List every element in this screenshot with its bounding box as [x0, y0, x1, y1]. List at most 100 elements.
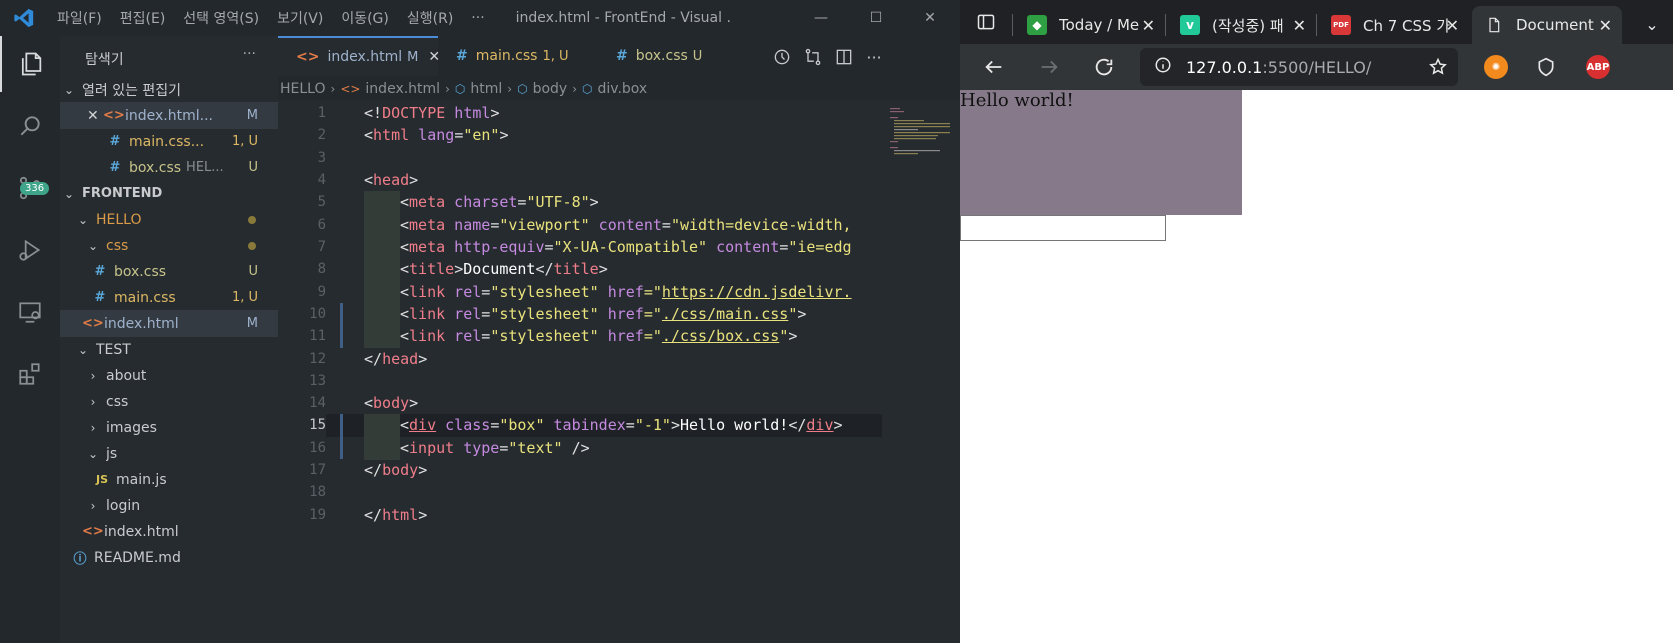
breadcrumb-body[interactable]: body	[533, 81, 568, 97]
file-test-index-html[interactable]: <> index.html	[60, 518, 278, 545]
html-file-icon: <>	[103, 108, 125, 123]
close-tab-icon[interactable]: ✕	[1142, 16, 1155, 35]
cube-icon: ⬡	[454, 82, 466, 96]
minimap[interactable]	[882, 100, 960, 643]
html-file-icon: <>	[340, 82, 361, 96]
html-file-icon: <>	[82, 316, 104, 331]
timeline-icon[interactable]	[771, 46, 793, 68]
page-box-div[interactable]: Hello world!	[960, 90, 1242, 215]
file-main-css[interactable]: # main.css 1, U	[60, 284, 278, 311]
tab-box-css[interactable]: # box.css U	[598, 36, 748, 76]
css-file-icon: #	[109, 160, 121, 175]
tab-overflow-icon[interactable]: ⌄	[1638, 10, 1666, 38]
file-index-html[interactable]: <> index.html M	[60, 310, 278, 337]
favorite-star-icon[interactable]	[1428, 57, 1448, 81]
browser-tab-today[interactable]: ◆ Today / Me ✕	[1015, 6, 1165, 44]
file-main-js[interactable]: JS main.js	[60, 466, 278, 493]
breadcrumb-index-html[interactable]: index.html	[365, 81, 440, 97]
close-tab-icon[interactable]: ✕	[1599, 16, 1612, 35]
folder-images[interactable]: › images	[60, 414, 278, 441]
code-line-10: <link rel="stylesheet" href="./css/main.…	[400, 305, 807, 323]
forward-icon[interactable]	[1035, 53, 1063, 81]
browser-tab-draft[interactable]: v (작성중) 패 ✕	[1168, 6, 1316, 44]
code-line-2: <html lang="en">	[364, 126, 509, 144]
chevron-right-icon: ›	[90, 368, 96, 383]
line-number: 6	[317, 217, 326, 233]
code-line-7: <meta http-equiv="X-UA-Compatible" conte…	[400, 238, 852, 256]
indent-guide	[364, 214, 400, 237]
close-tab-icon[interactable]: ✕	[1446, 16, 1459, 35]
tab-index-html[interactable]: <> index.html M ✕	[278, 36, 440, 76]
line-number: 17	[309, 462, 326, 478]
explorer-icon[interactable]	[0, 36, 60, 92]
folder-hello-css[interactable]: ⌄ css	[60, 232, 278, 259]
breadcrumb-html[interactable]: html	[470, 81, 502, 97]
compare-changes-icon[interactable]	[802, 46, 824, 68]
breadcrumb-div-box[interactable]: div.box	[597, 81, 647, 97]
page-text-input[interactable]	[960, 215, 1166, 241]
close-tab-icon[interactable]: ✕	[1293, 16, 1306, 35]
open-editor-main-css[interactable]: # main.css... 1, U	[60, 128, 278, 155]
more-actions-icon[interactable]: ···	[863, 46, 885, 68]
extensions-icon[interactable]	[0, 346, 60, 402]
file-box-css[interactable]: # box.css U	[60, 258, 278, 285]
line-number: 4	[317, 172, 326, 188]
menu-edit[interactable]: 편집(E)	[111, 8, 175, 28]
browser-tab-pdf[interactable]: PDF Ch 7 CSS 가 ✕	[1319, 6, 1469, 44]
extension-shield-icon[interactable]	[1534, 55, 1558, 79]
tab-actions-icon[interactable]	[972, 8, 1000, 36]
run-debug-icon[interactable]	[0, 222, 60, 278]
menu-run[interactable]: 실행(R)	[398, 8, 462, 28]
breadcrumb-hello[interactable]: HELLO	[280, 81, 326, 97]
line-number: 11	[309, 328, 326, 344]
adblock-plus-icon[interactable]: ABP	[1586, 55, 1610, 79]
folder-test-css[interactable]: › css	[60, 388, 278, 415]
search-icon[interactable]	[0, 98, 60, 154]
folder-test[interactable]: ⌄ TEST	[60, 336, 278, 363]
url-text: 127.0.0.1:5500/HELLO/	[1186, 57, 1372, 77]
back-icon[interactable]	[980, 53, 1008, 81]
code-editor[interactable]: 1 2 3 4 5 6 7 8 9 10 11 12 13 14 15 16 1…	[278, 100, 882, 643]
workspace-header[interactable]: ⌄ FRONTEND	[60, 180, 278, 207]
chevron-down-icon: ⌄	[87, 238, 99, 253]
code-line-17: </body>	[364, 461, 428, 479]
menu-selection[interactable]: 선택 영역(S)	[174, 8, 268, 28]
folder-login[interactable]: › login	[60, 492, 278, 519]
open-editor-box-css[interactable]: # box.css HEL... U	[60, 154, 278, 181]
menu-go[interactable]: 이동(G)	[332, 8, 398, 28]
open-editors-header[interactable]: ⌄ 열려 있는 편집기	[60, 76, 278, 103]
chevron-down-icon: ⌄	[77, 342, 89, 357]
open-editor-index-html[interactable]: ✕ <> index.html... M	[60, 102, 278, 129]
line-number: 13	[309, 373, 326, 389]
browser-tab-strip: ◆ Today / Me ✕ v (작성중) 패 ✕ PDF Ch 7 CSS …	[960, 0, 1673, 44]
css-file-icon: #	[94, 290, 106, 305]
browser-tab-document[interactable]: Document ✕	[1472, 6, 1622, 44]
refresh-icon[interactable]	[1090, 53, 1118, 81]
menu-more[interactable]: ···	[462, 10, 493, 26]
maximize-button[interactable]: ☐	[848, 0, 904, 36]
close-editor-icon[interactable]: ✕	[87, 108, 103, 124]
folder-about[interactable]: › about	[60, 362, 278, 389]
explorer-more-button[interactable]: ···	[243, 46, 256, 62]
line-number: 7	[317, 239, 326, 255]
title-bar: 파일(F) 편집(E) 선택 영역(S) 보기(V) 이동(G) 실행(R) ·…	[0, 0, 960, 36]
address-bar[interactable]: 127.0.0.1:5500/HELLO/	[1140, 48, 1458, 86]
split-editor-icon[interactable]	[833, 46, 855, 68]
file-readme[interactable]: ⓘ README.md	[60, 544, 278, 571]
tab-main-css[interactable]: # main.css 1, U	[438, 36, 598, 76]
source-control-icon[interactable]: 336	[0, 160, 60, 216]
info-icon[interactable]	[1154, 56, 1172, 78]
breadcrumb: HELLO › <> index.html › ⬡ html › ⬡ body …	[278, 78, 878, 100]
folder-hello[interactable]: ⌄ HELLO	[60, 206, 278, 233]
close-window-button[interactable]: ✕	[902, 0, 958, 36]
extension-sun-icon[interactable]: ✺	[1484, 55, 1508, 79]
explorer-title: 탐색기	[85, 52, 124, 68]
remote-explorer-icon[interactable]	[0, 284, 60, 340]
folder-js[interactable]: ⌄ js	[60, 440, 278, 467]
menu-file[interactable]: 파일(F)	[48, 8, 111, 28]
indent-guide	[364, 236, 400, 259]
html-file-icon: <>	[296, 49, 320, 65]
css-file-icon: #	[109, 134, 121, 149]
minimize-button[interactable]: —	[793, 0, 849, 36]
menu-view[interactable]: 보기(V)	[268, 8, 332, 28]
